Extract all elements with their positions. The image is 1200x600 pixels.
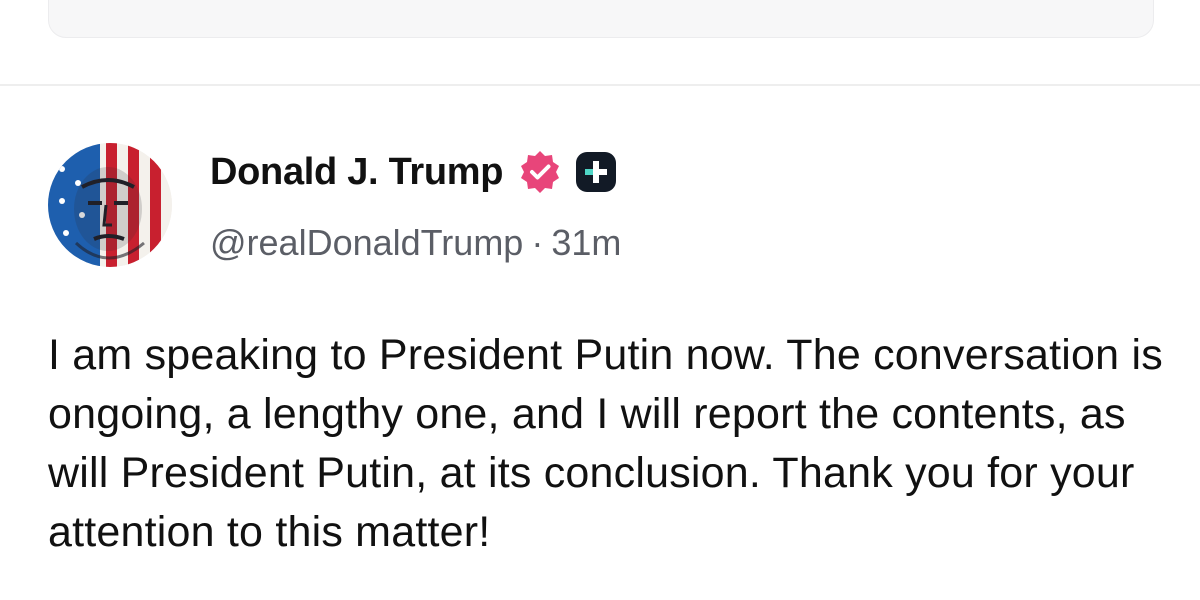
meta-separator: · (531, 222, 544, 263)
post-meta: @realDonaldTrump · 31m (210, 222, 621, 264)
flag-portrait-avatar-icon (48, 143, 172, 267)
verified-badge-icon (517, 149, 563, 195)
author-handle[interactable]: @realDonaldTrump (210, 222, 523, 263)
plus-badge-icon (575, 151, 617, 193)
author-display-name[interactable]: Donald J. Trump (210, 151, 504, 194)
previous-post-card (48, 0, 1154, 38)
author-avatar[interactable] (48, 143, 172, 267)
post-card: Donald J. Trump @realDonaldTrump · 31m I a… (0, 86, 1200, 600)
post-timestamp[interactable]: 31m (551, 222, 621, 263)
author-row: Donald J. Trump (210, 148, 617, 196)
post-body-text: I am speaking to President Putin now. Th… (48, 331, 1163, 556)
